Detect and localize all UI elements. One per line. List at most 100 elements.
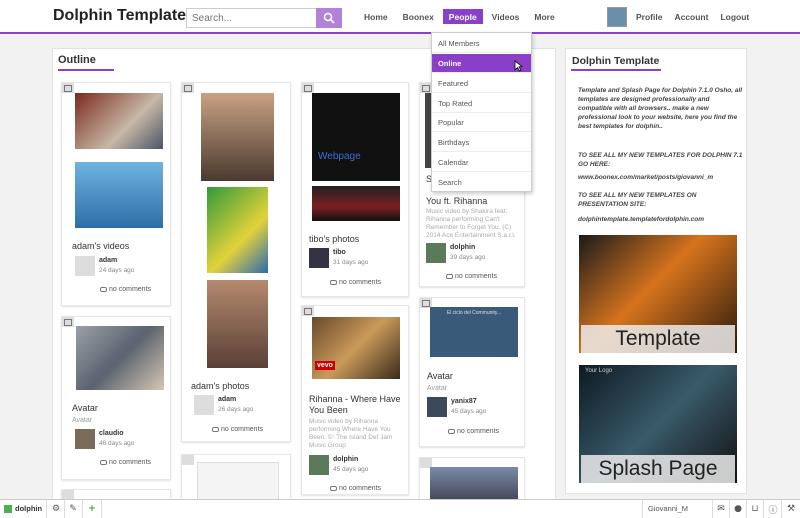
nav-videos[interactable]: Videos xyxy=(486,9,526,24)
user-name[interactable]: yanix87 xyxy=(451,398,477,405)
info-icon[interactable]: ⓘ xyxy=(767,503,779,516)
card-adam-videos[interactable]: adam's videos adam 24 days ago no commen… xyxy=(61,82,171,306)
thumbnail-caption: Webpage xyxy=(318,151,361,162)
nav-logout[interactable]: Logout xyxy=(720,12,749,22)
title-underline xyxy=(571,69,661,71)
card-title[interactable]: Avatar xyxy=(72,403,98,414)
user-avatar[interactable] xyxy=(194,395,214,415)
plus-icon[interactable]: + xyxy=(86,503,98,515)
presentation-link[interactable]: dolphintemplate.templatefordolphin.com xyxy=(578,215,744,224)
nav-home[interactable]: Home xyxy=(358,9,394,24)
user-name[interactable]: adam xyxy=(99,257,117,264)
photo-type-icon xyxy=(62,317,74,327)
card-title[interactable]: adam's photos xyxy=(191,381,249,392)
bottom-toolbar: dolphin ⚙ ✎ + Giovanni_M ✉ ● ⊔ ⓘ ⚒ xyxy=(0,499,800,518)
photo-thumbnail[interactable] xyxy=(207,187,268,273)
divider xyxy=(82,500,83,518)
photo-thumbnail[interactable]: Webpage xyxy=(312,93,400,181)
photo-thumbnail[interactable] xyxy=(207,280,268,368)
menu-item-birthdays[interactable]: Birthdays xyxy=(432,133,531,152)
comments-link[interactable]: no comments xyxy=(448,428,499,435)
card-title[interactable]: Avatar xyxy=(427,371,453,382)
thumbnail-caption: El ciclo del Community... xyxy=(446,310,502,316)
top-bar: Dolphin Template Home Boonex People Vide… xyxy=(0,0,800,34)
menu-item-top-rated[interactable]: Top Rated xyxy=(432,94,531,113)
photo-thumbnail[interactable] xyxy=(76,326,164,390)
user-avatar[interactable] xyxy=(75,256,95,276)
nav-profile[interactable]: Profile xyxy=(636,12,662,22)
nav-boonex[interactable]: Boonex xyxy=(397,9,440,24)
comments-link[interactable]: no comments xyxy=(330,485,381,492)
user-avatar[interactable] xyxy=(607,7,627,27)
comment-icon xyxy=(330,279,337,285)
site-logo[interactable]: Dolphin Template xyxy=(53,7,186,25)
card-tibo-photos[interactable]: Webpage tibo's photos tibo 31 days ago n… xyxy=(301,82,409,297)
menu-item-calendar[interactable]: Calendar xyxy=(432,153,531,172)
comments-link[interactable]: no comments xyxy=(330,279,381,286)
card-rihanna-video[interactable]: vevo Rihanna - Where Have You Been Music… xyxy=(301,305,409,495)
video-thumbnail[interactable]: vevo xyxy=(312,317,400,379)
photo-type-icon xyxy=(302,83,314,93)
nav-more[interactable]: More xyxy=(528,9,560,24)
card-partial[interactable] xyxy=(181,454,291,499)
user-name[interactable]: claudio xyxy=(99,430,124,437)
card-title[interactable]: adam's videos xyxy=(72,241,129,252)
user-icon[interactable]: ● xyxy=(732,503,744,515)
boonex-link[interactable]: www.boonex.com/market/posts/giovanni_m xyxy=(578,173,744,182)
divider xyxy=(101,500,102,518)
user-avatar[interactable] xyxy=(427,397,447,417)
photo-thumbnail[interactable]: El ciclo del Community... xyxy=(430,307,518,357)
search-box xyxy=(186,8,342,28)
cart-icon[interactable]: ⊔ xyxy=(749,503,761,515)
video-thumbnail[interactable] xyxy=(75,162,163,228)
comment-icon xyxy=(446,273,453,279)
template-info-panel: Dolphin Template Template and Splash Pag… xyxy=(565,48,747,494)
user-avatar[interactable] xyxy=(75,429,95,449)
photo-type-icon xyxy=(182,455,194,465)
divider xyxy=(781,500,782,518)
card-avatar-claudio[interactable]: Avatar Avatar claudio 46 days ago no com… xyxy=(61,316,171,480)
card-partial[interactable] xyxy=(419,457,525,499)
mail-icon[interactable]: ✉ xyxy=(715,503,727,515)
divider xyxy=(729,500,730,518)
card-adam-photos[interactable]: adam's photos adam 26 days ago no commen… xyxy=(181,82,291,442)
user-name[interactable]: dolphin xyxy=(333,456,358,463)
comments-link[interactable]: no comments xyxy=(212,426,263,433)
splash-page-promo-image[interactable]: Your Logo Splash Page xyxy=(579,365,737,483)
brand-menu[interactable]: dolphin xyxy=(4,504,42,513)
current-user-label[interactable]: Giovanni_M xyxy=(648,504,688,513)
user-name[interactable]: tibo xyxy=(333,249,346,256)
video-thumbnail[interactable] xyxy=(75,93,163,149)
user-avatar[interactable] xyxy=(426,243,446,263)
comments-link[interactable]: no comments xyxy=(100,286,151,293)
card-title-line[interactable]: You ft. Rihanna xyxy=(426,196,487,207)
search-input[interactable] xyxy=(187,9,317,27)
wrench-icon[interactable]: ⚒ xyxy=(785,503,797,515)
photo-thumbnail[interactable] xyxy=(201,93,274,181)
user-avatar[interactable] xyxy=(309,455,329,475)
menu-item-online[interactable]: Online xyxy=(432,54,531,73)
comments-link[interactable]: no comments xyxy=(446,273,497,280)
card-title[interactable]: Rihanna - Where Have You Been xyxy=(309,394,407,416)
nav-people[interactable]: People xyxy=(442,9,483,24)
menu-item-featured[interactable]: Featured xyxy=(432,74,531,93)
photo-thumbnail[interactable] xyxy=(197,462,279,499)
menu-item-all-members[interactable]: All Members xyxy=(432,34,531,53)
photo-thumbnail[interactable] xyxy=(312,186,400,221)
user-name[interactable]: dolphin xyxy=(450,244,475,251)
menu-item-popular[interactable]: Popular xyxy=(432,113,531,132)
card-avatar-yanix[interactable]: El ciclo del Community... Avatar Avatar … xyxy=(419,297,525,447)
nav-account[interactable]: Account xyxy=(674,12,708,22)
edit-icon[interactable]: ✎ xyxy=(67,503,79,515)
menu-item-search[interactable]: Search xyxy=(432,173,531,192)
template-promo-image[interactable]: Template xyxy=(579,235,737,353)
photo-thumbnail[interactable] xyxy=(430,467,518,499)
comments-link[interactable]: no comments xyxy=(100,459,151,466)
user-name[interactable]: adam xyxy=(218,396,236,403)
post-date: 31 days ago xyxy=(333,259,369,266)
search-icon xyxy=(323,12,335,24)
gear-icon[interactable]: ⚙ xyxy=(50,503,62,515)
card-title[interactable]: tibo's photos xyxy=(309,234,359,245)
search-button[interactable] xyxy=(316,8,342,28)
user-avatar[interactable] xyxy=(309,248,329,268)
